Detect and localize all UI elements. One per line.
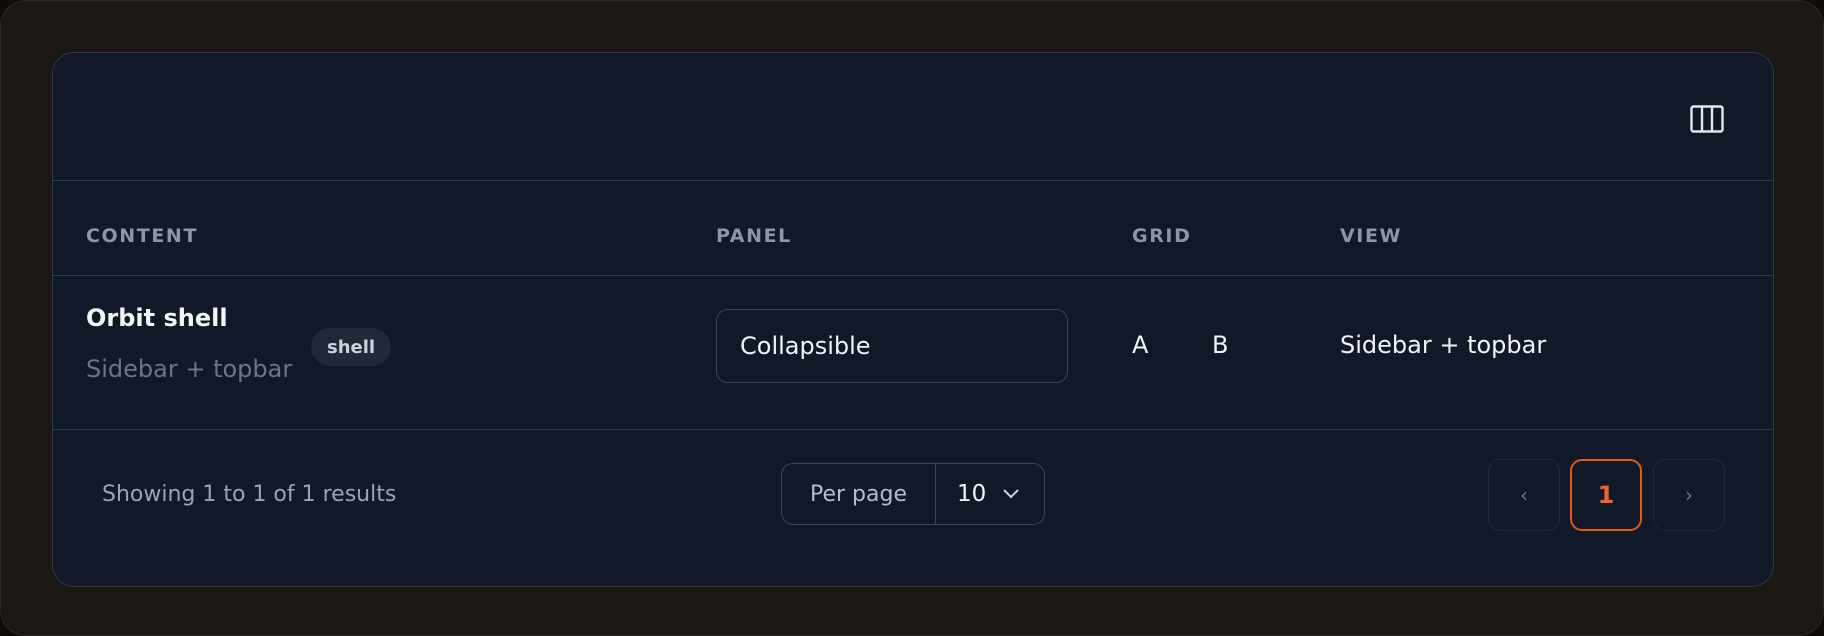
panel-input[interactable]: Collapsible (716, 309, 1068, 383)
grid-cell-a: A (1132, 331, 1149, 359)
columns-icon (1690, 105, 1724, 133)
row-subtitle: Sidebar + topbar (86, 355, 293, 383)
table-row: Orbit shell Sidebar + topbar shell Colla… (53, 276, 1773, 430)
header-view: VIEW (1340, 225, 1403, 247)
view-cell: Sidebar + topbar (1340, 331, 1547, 359)
grid-cell-b: B (1212, 331, 1229, 359)
prev-page-button[interactable]: ‹ (1488, 459, 1560, 531)
row-badge: shell (311, 328, 392, 366)
column-toggle-button[interactable] (1689, 103, 1725, 135)
table-footer: Showing 1 to 1 of 1 results Per page 10 … (53, 430, 1773, 586)
results-summary: Showing 1 to 1 of 1 results (102, 482, 397, 507)
header-panel: PANEL (716, 225, 792, 247)
header-content: CONTENT (86, 225, 198, 247)
page-1-button[interactable]: 1 (1570, 459, 1642, 531)
table-header: CONTENT PANEL GRID VIEW (53, 181, 1773, 276)
window-frame: CONTENT PANEL GRID VIEW Orbit shell Side… (0, 0, 1824, 636)
per-page-label: Per page (782, 464, 936, 524)
chevron-down-icon (1003, 489, 1019, 499)
per-page-value: 10 (957, 481, 987, 507)
table-toolbar (53, 53, 1773, 181)
per-page-select[interactable]: 10 (936, 464, 1044, 524)
next-page-button[interactable]: › (1653, 459, 1725, 531)
table-card: CONTENT PANEL GRID VIEW Orbit shell Side… (52, 52, 1774, 587)
header-grid: GRID (1132, 225, 1192, 247)
per-page-control: Per page 10 (781, 463, 1045, 525)
row-title: Orbit shell (86, 304, 228, 332)
